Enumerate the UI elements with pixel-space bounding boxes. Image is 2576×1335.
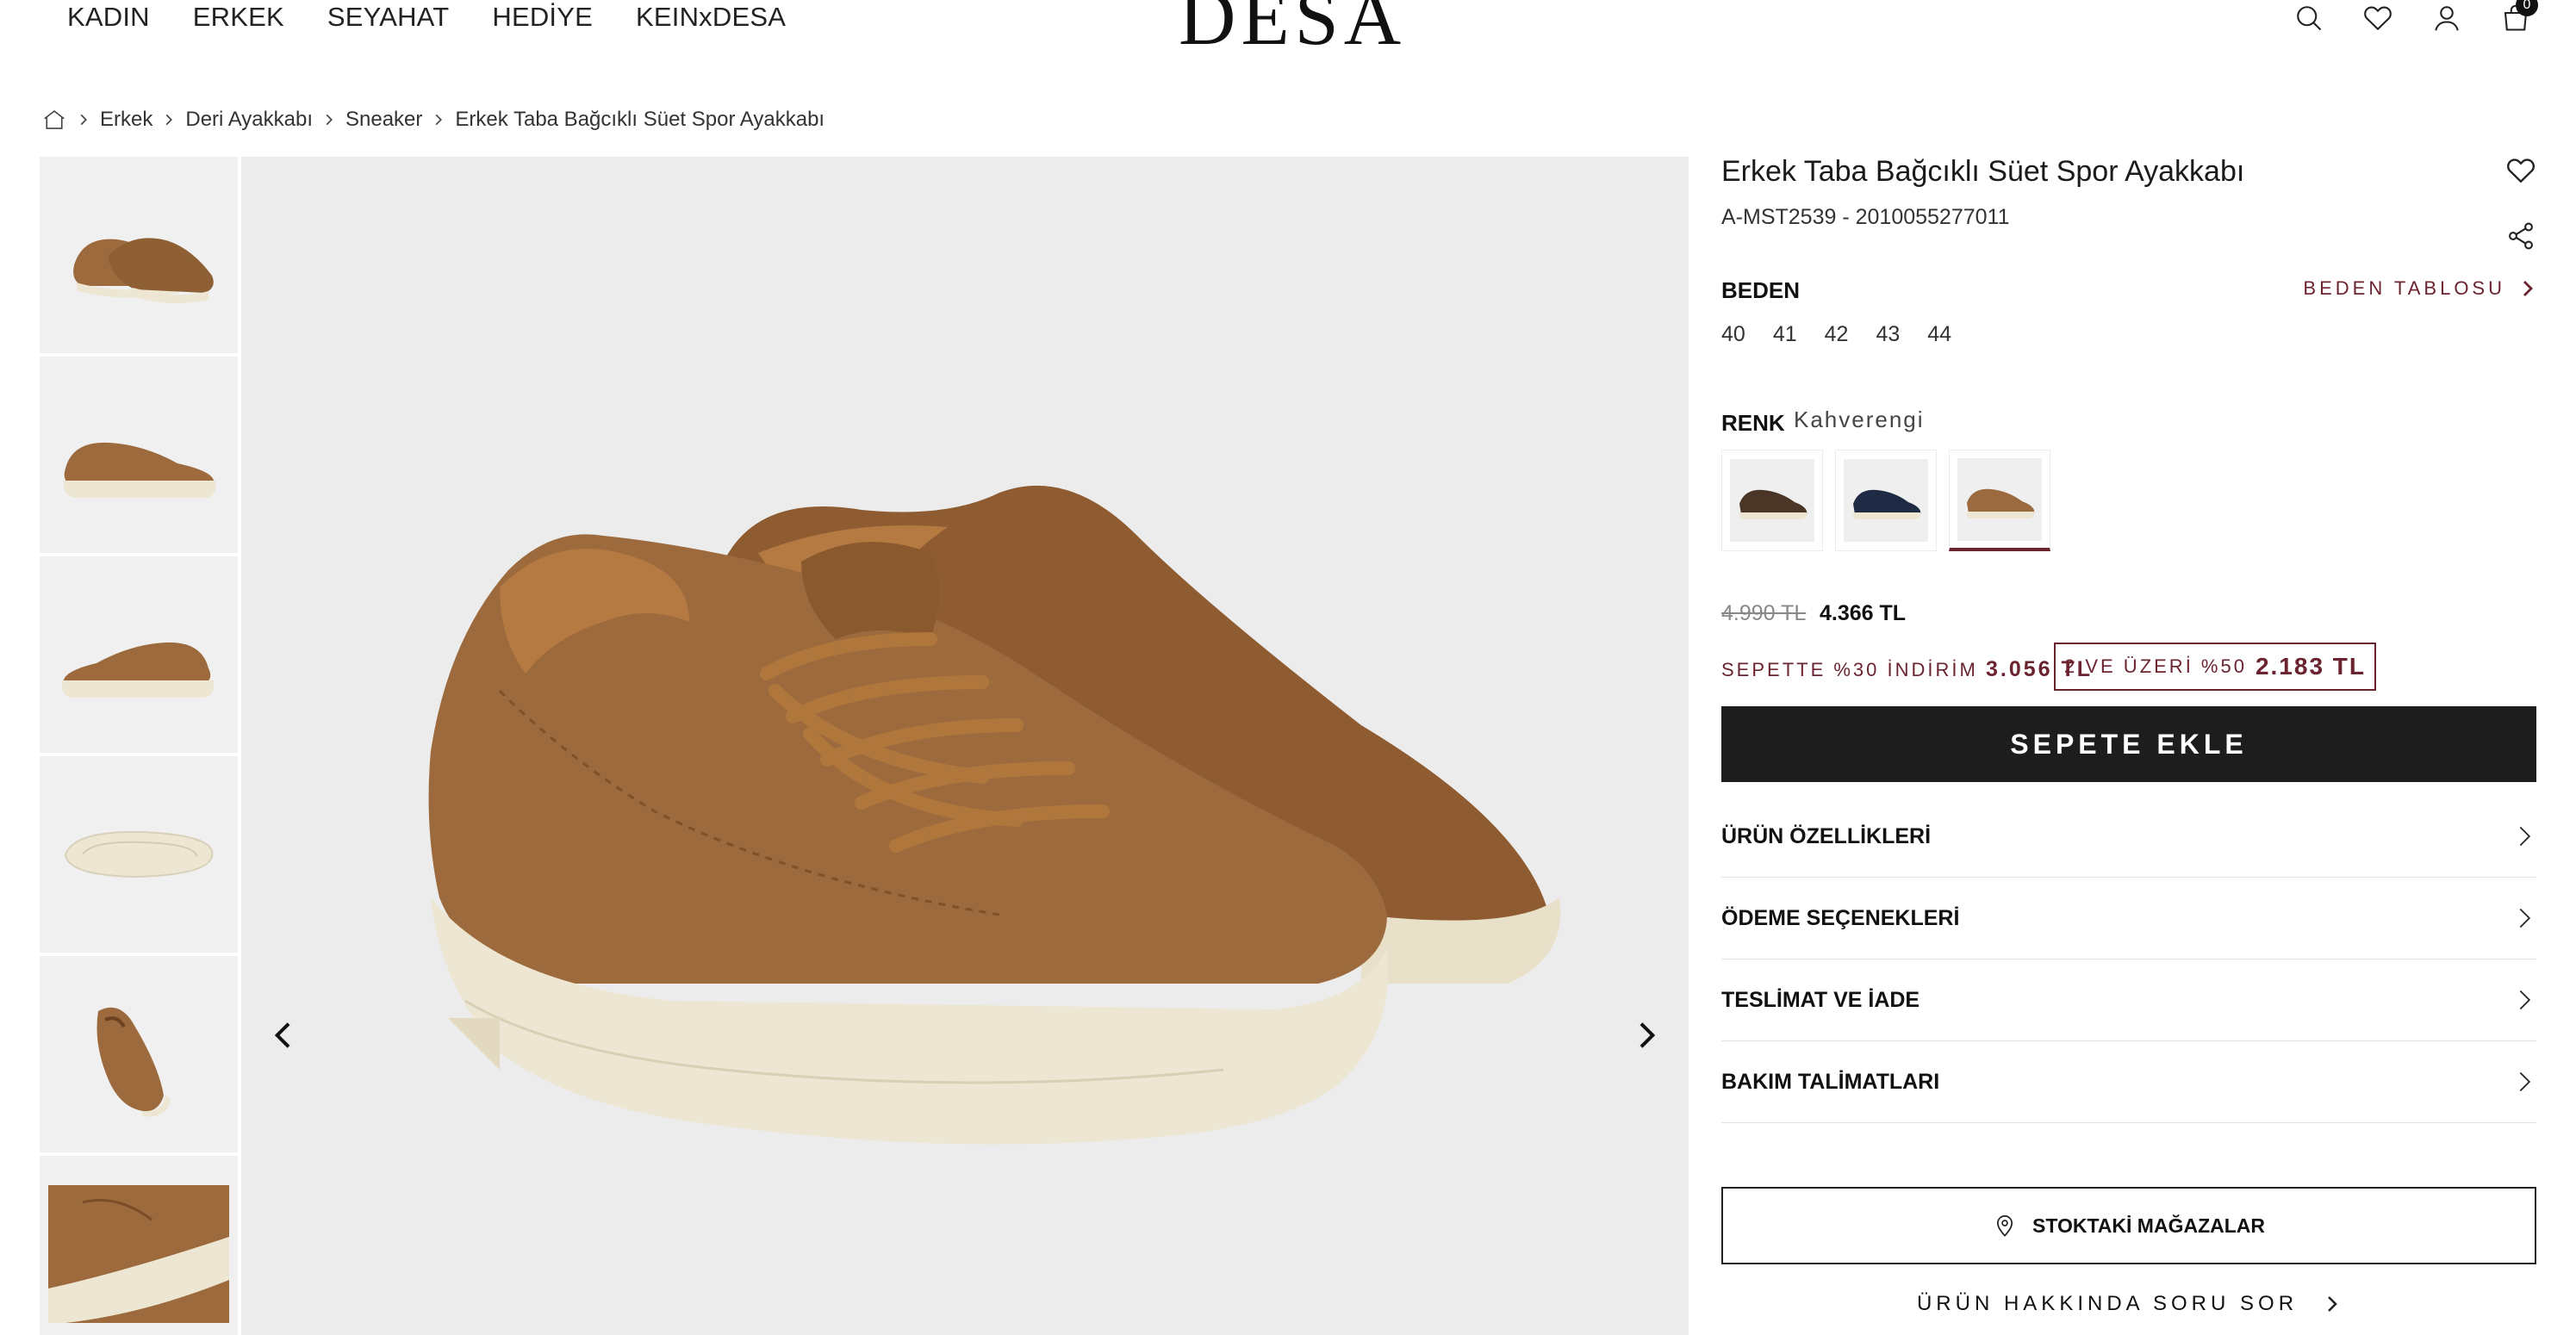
gallery-next-button[interactable]	[1628, 1018, 1663, 1052]
header-actions: 0	[2292, 0, 2538, 36]
size-option[interactable]: 41	[1773, 322, 1797, 347]
nav-item-erkek[interactable]: ERKEK	[193, 0, 284, 36]
user-icon[interactable]	[2430, 1, 2464, 35]
breadcrumb-item-deri-ayakkabi[interactable]: Deri Ayakkabı	[185, 108, 313, 132]
thumbnail-detail[interactable]	[40, 1156, 238, 1335]
ask-question-link[interactable]: ÜRÜN HAKKINDA SORU SOR	[1721, 1292, 2536, 1316]
basket-discount: SEPETTE %30 İNDİRİM 3.056 TL	[1721, 655, 2093, 685]
heart-icon[interactable]	[2361, 1, 2395, 35]
multi-buy-discount-badge: 2 VE ÜZERİ %50 2.183 TL	[2054, 643, 2377, 691]
accordion-label: BAKIM TALİMATLARI	[1721, 1069, 1940, 1094]
product-info-accordion: ÜRÜN ÖZELLİKLERİ ÖDEME SEÇENEKLERİ TESLİ…	[1721, 796, 2536, 1123]
multi-buy-label: 2 VE ÜZERİ %50	[2064, 655, 2247, 677]
stores-in-stock-button[interactable]: STOKTAKİ MAĞAZALAR	[1721, 1187, 2536, 1264]
nav-item-seyahat[interactable]: SEYAHAT	[327, 0, 450, 36]
nav-item-hediye[interactable]: HEDİYE	[492, 0, 593, 36]
accordion-care-instructions[interactable]: BAKIM TALİMATLARI	[1721, 1041, 2536, 1123]
breadcrumb-item-sneaker[interactable]: Sneaker	[345, 108, 422, 132]
add-to-cart-button[interactable]: SEPETE EKLE	[1721, 706, 2536, 782]
color-swatch-dark-brown[interactable]	[1721, 450, 1823, 551]
ask-question-label: ÜRÜN HAKKINDA SORU SOR	[1916, 1292, 2299, 1315]
current-price: 4.366 TL	[1820, 601, 1907, 625]
product-main-image[interactable]	[241, 157, 1689, 1335]
size-chart-link[interactable]: BEDEN TABLOSU	[2303, 277, 2536, 300]
thumbnail-gallery	[40, 157, 238, 1335]
color-swatch-navy[interactable]	[1835, 450, 1937, 551]
color-swatches	[1721, 450, 2050, 551]
selected-color-name: Kahverengi	[1794, 407, 1925, 432]
thumbnail-top[interactable]	[40, 956, 238, 1152]
nav-item-keinxdesa[interactable]: KEINxDESA	[636, 0, 786, 36]
chevron-right-icon	[2519, 908, 2531, 928]
product-photo-sneaker	[428, 485, 1561, 1145]
size-options: 40 41 42 43 44	[1721, 322, 1951, 347]
accordion-product-features[interactable]: ÜRÜN ÖZELLİKLERİ	[1721, 796, 2536, 878]
accordion-label: TESLİMAT VE İADE	[1721, 987, 1920, 1012]
accordion-payment-options[interactable]: ÖDEME SEÇENEKLERİ	[1721, 878, 2536, 959]
location-pin-icon	[1996, 1215, 2013, 1237]
product-code: A-MST2539 - 2010055277011	[1721, 205, 2010, 229]
breadcrumb: Erkek Deri Ayakkabı Sneaker Erkek Taba B…	[41, 107, 824, 133]
size-option[interactable]: 40	[1721, 322, 1745, 347]
cart-count-badge: 0	[2516, 0, 2538, 16]
main-nav: KADIN ERKEK SEYAHAT HEDİYE KEINxDESA	[67, 0, 786, 36]
breadcrumb-item-current: Erkek Taba Bağcıklı Süet Spor Ayakkabı	[455, 108, 825, 131]
accordion-label: ÖDEME SEÇENEKLERİ	[1721, 905, 1960, 930]
favorite-heart-icon[interactable]	[2505, 155, 2536, 186]
color-swatch-tan[interactable]	[1949, 450, 2050, 551]
old-price: 4.990 TL	[1721, 601, 1807, 625]
chevron-right-icon	[80, 114, 87, 126]
chevron-right-icon	[165, 114, 173, 126]
product-title: Erkek Taba Bağcıklı Süet Spor Ayakkabı	[1721, 155, 2245, 188]
chevron-right-icon	[2519, 826, 2531, 847]
thumbnail-side[interactable]	[40, 357, 238, 553]
accordion-delivery-returns[interactable]: TESLİMAT VE İADE	[1721, 959, 2536, 1041]
chevron-right-icon	[435, 114, 443, 126]
color-label: RENK	[1721, 410, 1785, 436]
size-option[interactable]: 44	[1927, 322, 1951, 347]
chevron-right-icon	[2519, 990, 2531, 1010]
size-option[interactable]: 42	[1825, 322, 1849, 347]
basket-discount-label: SEPETTE %30 İNDİRİM	[1721, 659, 1978, 680]
chevron-right-icon	[2328, 1296, 2337, 1312]
share-icon[interactable]	[2505, 220, 2536, 251]
chevron-right-icon	[326, 114, 333, 126]
thumbnail-sole[interactable]	[40, 756, 238, 953]
search-icon[interactable]	[2292, 1, 2326, 35]
stores-button-label: STOKTAKİ MAĞAZALAR	[2032, 1214, 2265, 1237]
size-option[interactable]: 43	[1876, 322, 1900, 347]
thumbnail-outside[interactable]	[40, 556, 238, 753]
breadcrumb-item-erkek[interactable]: Erkek	[100, 108, 152, 132]
thumbnail-pair-angle[interactable]	[40, 157, 238, 353]
chevron-right-icon	[2519, 1071, 2531, 1092]
size-chart-label: BEDEN TABLOSU	[2303, 277, 2505, 299]
size-label: BEDEN	[1721, 277, 1801, 303]
home-icon[interactable]	[41, 107, 67, 133]
accordion-label: ÜRÜN ÖZELLİKLERİ	[1721, 823, 1932, 848]
chevron-right-icon	[2523, 281, 2533, 296]
nav-item-kadin[interactable]: KADIN	[67, 0, 150, 36]
gallery-prev-button[interactable]	[267, 1018, 302, 1052]
product-page: KADIN ERKEK SEYAHAT HEDİYE KEINxDESA DES…	[0, 0, 2576, 1335]
cart-icon[interactable]: 0	[2498, 0, 2538, 35]
multi-buy-price: 2.183 TL	[2255, 653, 2367, 680]
brand-logo[interactable]: DESA	[1179, 0, 1406, 57]
